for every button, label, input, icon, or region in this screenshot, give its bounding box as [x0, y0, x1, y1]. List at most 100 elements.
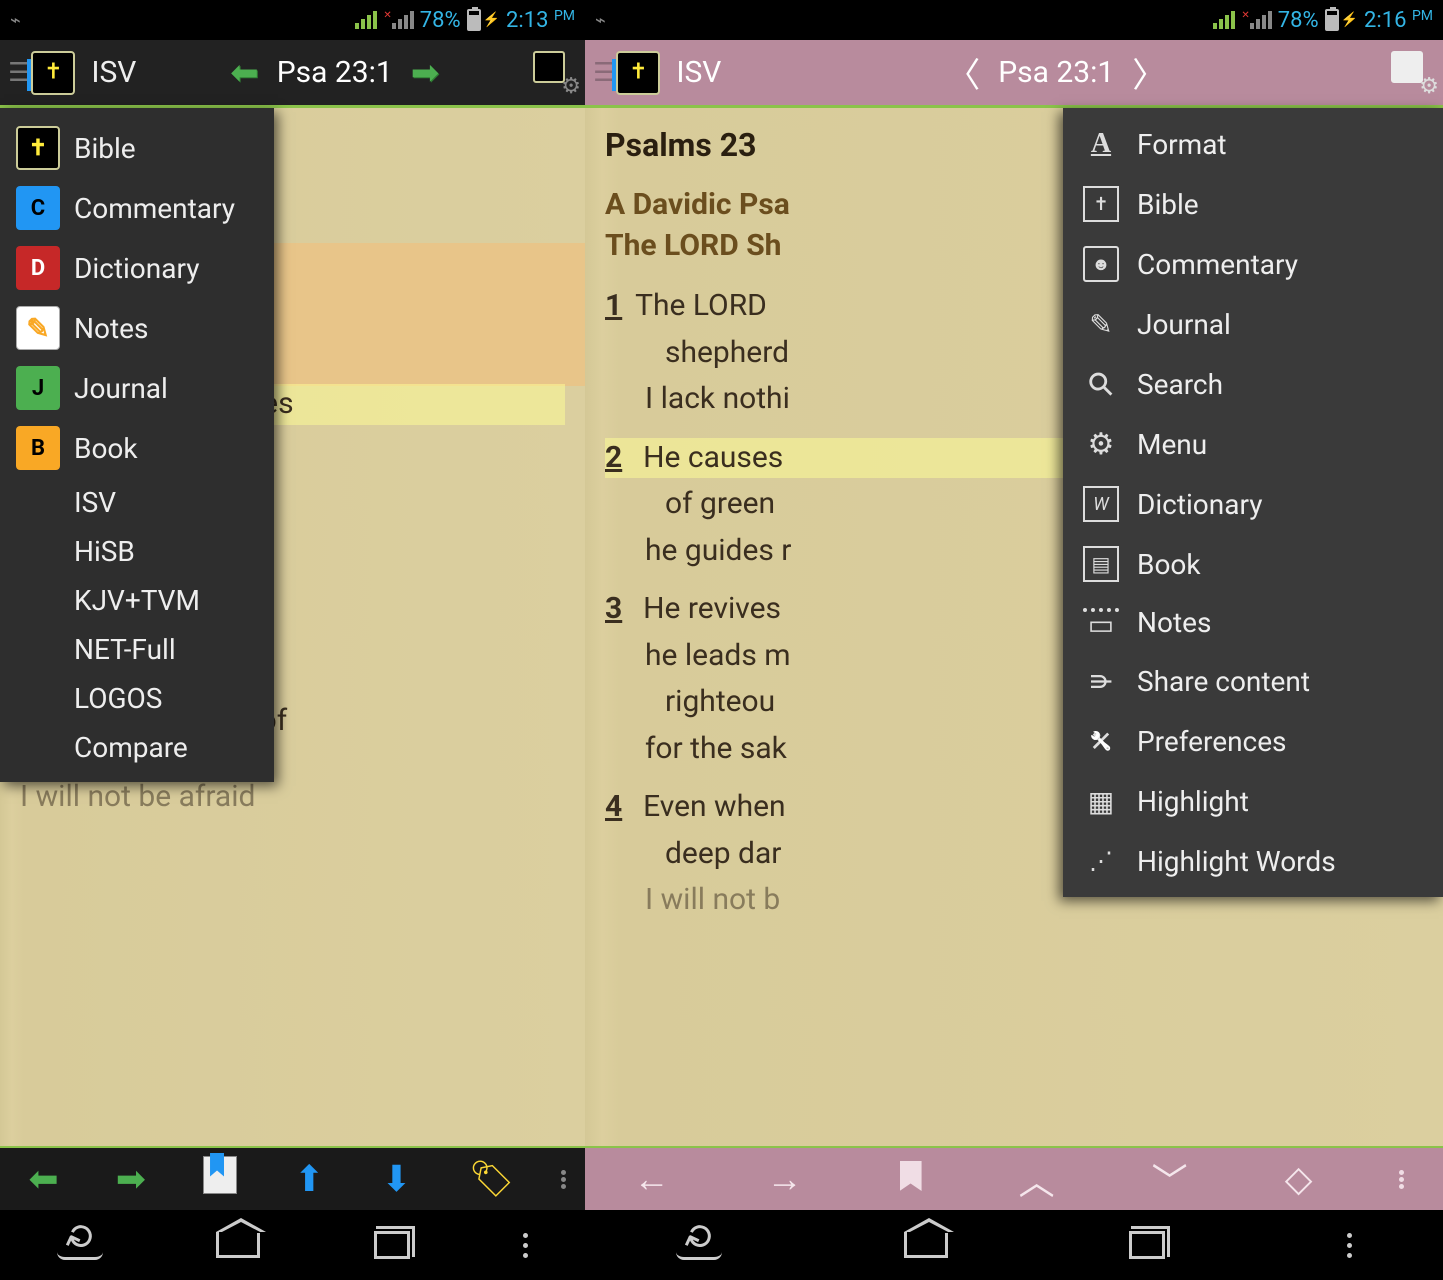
debug-icon: ⌁: [10, 10, 21, 31]
gear-icon: [1083, 426, 1119, 462]
status-bar: ⌁ 78% ⚡ 2:16 PM: [585, 0, 1443, 40]
signal-icon: [1213, 11, 1235, 29]
commentary-icon: [1083, 246, 1119, 282]
bookmark-icon[interactable]: [193, 1152, 247, 1207]
verse-number[interactable]: 4: [605, 789, 622, 824]
tag-icon[interactable]: ◇: [1275, 1154, 1323, 1204]
scroll-down-icon[interactable]: ⬇: [371, 1154, 421, 1204]
prev-arrow-icon[interactable]: 〈: [936, 48, 990, 97]
verse-number[interactable]: 3: [605, 591, 622, 626]
clock: 2:13 PM: [506, 8, 575, 33]
sys-recent-button[interactable]: [374, 1231, 410, 1259]
drawer-icon[interactable]: ☰: [8, 58, 27, 88]
menu-hisb[interactable]: HiSB: [0, 527, 274, 576]
next-arrow-icon[interactable]: 〉: [1122, 48, 1176, 97]
reference-label[interactable]: Psa 23:1: [998, 55, 1114, 90]
dictionary-icon: [16, 246, 60, 290]
sys-menu-button[interactable]: [1347, 1233, 1352, 1258]
menu-book[interactable]: Book: [1063, 534, 1443, 594]
app-header: ☰ ISV ⬅ Psa 23:1 ➡ ⚙: [0, 40, 585, 108]
menu-isv[interactable]: ISV: [0, 478, 274, 527]
menu-logos[interactable]: LOGOS: [0, 674, 274, 723]
highlight-icon: [1083, 783, 1119, 819]
drawer-icon[interactable]: ☰: [593, 58, 612, 88]
signal-nosim-icon: [1241, 11, 1271, 29]
debug-icon: ⌁: [595, 10, 606, 31]
version-selector[interactable]: ISV: [91, 55, 136, 90]
preferences-icon: [1083, 723, 1119, 759]
menu-notes[interactable]: Notes: [1063, 594, 1443, 651]
history-back-icon[interactable]: ⬅: [19, 1154, 69, 1204]
sys-home-button[interactable]: [904, 1232, 948, 1258]
history-forward-icon[interactable]: →: [757, 1154, 813, 1204]
verse-number[interactable]: 2: [605, 440, 622, 475]
bottom-toolbar: ← → ︿ ﹀ ◇: [585, 1146, 1443, 1210]
scroll-up-icon[interactable]: ︿: [1009, 1149, 1065, 1209]
battery-percent: 78%: [420, 8, 461, 33]
journal-icon: [16, 366, 60, 410]
book-icon: [1083, 546, 1119, 582]
reference-label[interactable]: Psa 23:1: [277, 55, 393, 90]
battery-icon: ⚡: [1325, 9, 1358, 31]
version-selector[interactable]: ISV: [676, 55, 721, 90]
highlight-words-icon: [1083, 843, 1119, 879]
menu-dictionary[interactable]: Dictionary: [0, 238, 274, 298]
bible-icon: [16, 126, 60, 170]
next-arrow-icon[interactable]: ➡: [401, 53, 450, 93]
status-bar: ⌁ 78% ⚡ 2:13 PM: [0, 0, 585, 40]
notes-icon: [16, 306, 60, 350]
menu-netfull[interactable]: NET-Full: [0, 625, 274, 674]
menu-format[interactable]: Format: [1063, 114, 1443, 174]
menu-commentary[interactable]: Commentary: [0, 178, 274, 238]
bible-settings-icon[interactable]: ⚙: [533, 51, 577, 95]
scroll-up-icon[interactable]: ⬆: [284, 1154, 334, 1204]
menu-bible[interactable]: Bible: [1063, 174, 1443, 234]
format-icon: [1083, 126, 1119, 162]
version-menu: Bible Commentary Dictionary Notes Journa…: [0, 108, 274, 782]
overflow-menu-icon[interactable]: [1399, 1170, 1404, 1189]
bible-app-icon[interactable]: [31, 51, 75, 95]
battery-percent: 78%: [1278, 8, 1319, 33]
menu-journal[interactable]: Journal: [1063, 294, 1443, 354]
menu-share[interactable]: Share content: [1063, 651, 1443, 711]
sys-menu-button[interactable]: [523, 1233, 528, 1258]
menu-journal[interactable]: Journal: [0, 358, 274, 418]
prev-arrow-icon[interactable]: ⬅: [220, 53, 269, 93]
menu-commentary[interactable]: Commentary: [1063, 234, 1443, 294]
menu-notes[interactable]: Notes: [0, 298, 274, 358]
bible-icon: [1083, 186, 1119, 222]
menu-compare[interactable]: Compare: [0, 723, 274, 772]
tag-icon[interactable]: 🏷: [459, 1154, 525, 1204]
bookmark-icon[interactable]: [890, 1154, 932, 1204]
menu-book[interactable]: Book: [0, 418, 274, 478]
notes-icon: [1083, 608, 1119, 638]
sys-home-button[interactable]: [216, 1232, 260, 1258]
history-forward-icon[interactable]: ➡: [106, 1154, 156, 1204]
signal-icon: [355, 11, 377, 29]
bible-app-icon[interactable]: [616, 51, 660, 95]
sys-back-button[interactable]: [57, 1230, 103, 1260]
menu-dictionary[interactable]: Dictionary: [1063, 474, 1443, 534]
overflow-menu-icon[interactable]: [561, 1170, 566, 1189]
battery-icon: ⚡: [467, 9, 500, 31]
scroll-down-icon[interactable]: ﹀: [1142, 1149, 1198, 1209]
menu-highlight[interactable]: Highlight: [1063, 771, 1443, 831]
menu-bible[interactable]: Bible: [0, 118, 274, 178]
bottom-toolbar: ⬅ ➡ ⬆ ⬇ 🏷: [0, 1146, 585, 1210]
verse-number[interactable]: 1: [605, 288, 622, 323]
sys-recent-button[interactable]: [1129, 1231, 1165, 1259]
search-icon: [1083, 366, 1119, 402]
journal-icon: [1083, 306, 1119, 342]
dictionary-icon: [1083, 486, 1119, 522]
history-back-icon[interactable]: ←: [624, 1154, 680, 1204]
menu-search[interactable]: Search: [1063, 354, 1443, 414]
signal-nosim-icon: [383, 11, 413, 29]
menu-preferences[interactable]: Preferences: [1063, 711, 1443, 771]
sys-back-button[interactable]: [676, 1230, 722, 1260]
clock: 2:16 PM: [1364, 8, 1433, 33]
bible-settings-icon[interactable]: ⚙: [1391, 51, 1435, 95]
commentary-icon: [16, 186, 60, 230]
menu-menu[interactable]: Menu: [1063, 414, 1443, 474]
menu-highlight-words[interactable]: Highlight Words: [1063, 831, 1443, 891]
menu-kjvtvm[interactable]: KJV+TVM: [0, 576, 274, 625]
